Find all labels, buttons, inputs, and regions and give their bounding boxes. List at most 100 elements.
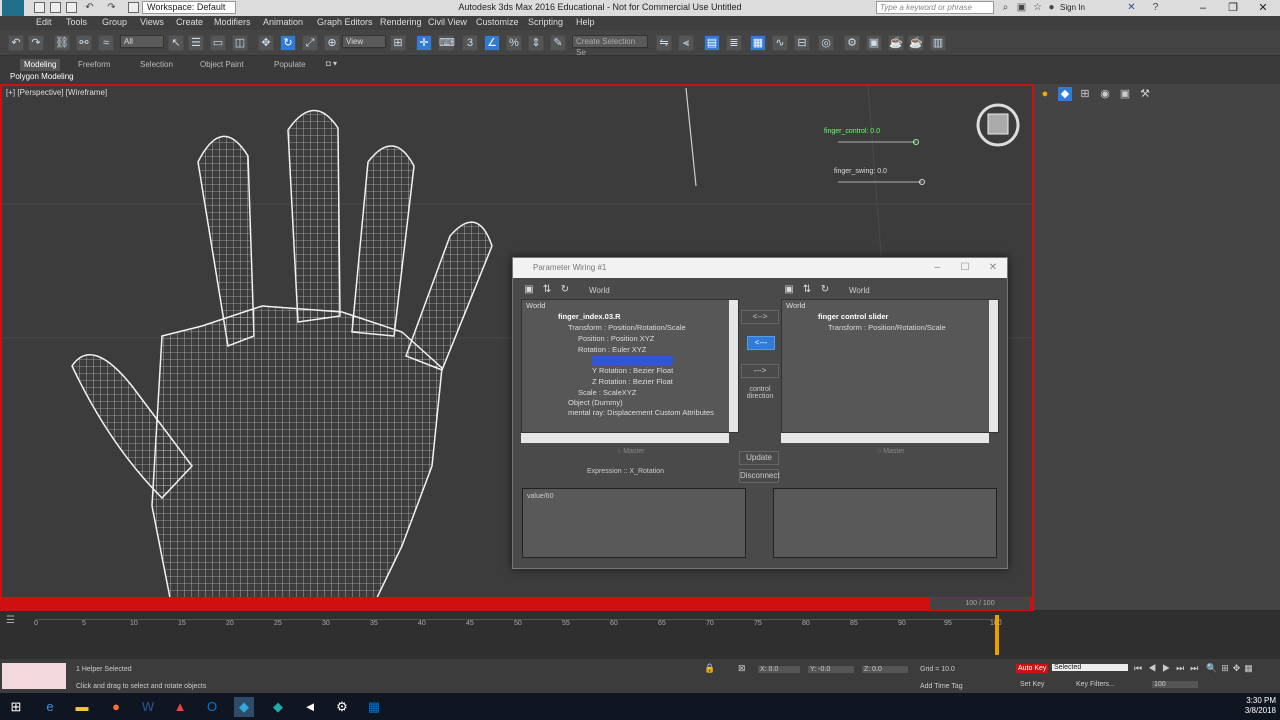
current-frame-field[interactable]: 100 [1152,681,1198,688]
track-bar-ruler[interactable]: 0 5 10 15 20 25 30 35 40 45 50 55 60 65 … [34,619,1002,639]
time-slider-track[interactable] [0,597,1034,611]
select-manipulate-icon[interactable]: ✛ [416,35,432,51]
right-master-radio[interactable]: ○ Master [877,448,905,455]
tree-node-world[interactable]: World [786,301,805,310]
schematic-view-icon[interactable]: ⊟ [794,35,810,51]
time-slider[interactable]: 100 / 100 [930,598,1030,610]
menu-modifiers[interactable]: Modifiers [214,17,251,27]
sort-icon[interactable]: ⇅ [541,284,553,296]
select-by-name-icon[interactable]: ☰ [188,35,204,51]
find-icon[interactable]: ▣ [783,284,795,296]
keyboard-shortcut-icon[interactable]: ⌨ [438,35,455,51]
tab-modeling[interactable]: Modeling [20,59,61,71]
help-icon[interactable]: ? [1150,2,1161,13]
favorite-icon[interactable]: ☆ [1032,2,1043,13]
placement-icon[interactable]: ⊕ [324,35,340,51]
system-clock[interactable]: 3:30 PM 3/8/2018 [1232,696,1276,716]
find-icon[interactable]: ▣ [523,284,535,296]
media-icon[interactable]: ◄ [300,697,320,717]
playback-controls[interactable]: ⏮◀▶⏭⏭ [1134,663,1204,674]
ribbon-options-icon[interactable]: ◘ ▾ [326,59,337,68]
tree-node-y-rotation[interactable]: Y Rotation : Bezier Float [592,366,673,375]
tab-object-paint[interactable]: Object Paint [196,59,248,71]
two-way-connection-button[interactable]: <--> [741,310,779,324]
right-to-left-button[interactable]: <--- [747,336,775,350]
menu-help[interactable]: Help [576,17,595,27]
tab-selection[interactable]: Selection [136,59,177,71]
left-tree-vertical-scrollbar[interactable] [729,300,738,432]
track-bar[interactable]: ☰ 0 5 10 15 20 25 30 35 40 45 50 55 60 6… [0,611,1280,659]
tab-freeform[interactable]: Freeform [74,59,114,71]
exchange-icon[interactable]: ✕ [1126,2,1137,13]
tree-node-z-rotation[interactable]: Z Rotation : Bezier Float [592,377,673,386]
acrobat-icon[interactable]: ▲ [170,697,190,717]
tree-node-x-rotation[interactable]: X Rotation : Bezier Float [592,356,674,365]
rectangular-selection-icon[interactable]: ▭ [210,35,226,51]
named-selection-set-dropdown[interactable]: Create Selection Se [572,35,648,57]
right-parameter-tree[interactable]: World finger control slider Transform : … [781,299,999,433]
rendered-frame-icon[interactable]: ▣ [866,35,882,51]
add-time-tag[interactable]: Add Time Tag [920,683,963,690]
menu-tools[interactable]: Tools [66,17,87,27]
utilities-panel-icon[interactable]: ⚒ [1138,87,1152,101]
dialog-close-button[interactable]: ✕ [979,258,1007,278]
rotate-icon[interactable]: ↻ [280,35,296,51]
menu-rendering[interactable]: Rendering [380,17,422,27]
edge-icon[interactable]: e [40,697,60,717]
viewport-nav-controls[interactable]: 🔍⊞✥▦ [1206,663,1257,674]
z-coordinate-field[interactable]: Z: 0.0 [862,666,908,673]
tree-node-mental-ray[interactable]: mental ray: Displacement Custom Attribut… [568,408,714,417]
material-editor-icon[interactable]: ◎ [818,35,834,51]
key-mode-dropdown[interactable]: Selected [1052,664,1128,671]
render-iterative-icon[interactable]: ☕ [908,35,924,51]
create-panel-icon[interactable]: ● [1038,87,1052,101]
maxscript-listener[interactable] [2,663,66,689]
tree-node-transform[interactable]: Transform : Position/Rotation/Scale [568,323,686,332]
search-input[interactable]: Type a keyword or phrase [876,1,994,14]
file-explorer-icon[interactable]: ▬ [72,697,92,717]
maximize-button[interactable]: ❐ [1216,0,1250,16]
workspace-dropdown[interactable]: Workspace: Default [142,1,236,14]
menu-civil-view[interactable]: Civil View [428,17,467,27]
unlink-icon[interactable]: ⚯ [76,35,92,51]
render-setup-icon[interactable]: ⚙ [844,35,860,51]
key-filters-button[interactable]: Key Filters... [1076,681,1115,688]
hierarchy-panel-icon[interactable]: ⊞ [1078,87,1092,101]
left-tree-horizontal-scrollbar[interactable] [521,433,729,443]
angle-snap-icon[interactable]: ∠ [484,35,500,51]
polygon-modeling-panel[interactable]: Polygon Modeling [10,72,74,81]
menu-animation[interactable]: Animation [263,17,303,27]
sign-in-button[interactable]: Sign In [1060,3,1085,12]
set-key-button[interactable]: Set Key [1020,681,1045,688]
start-button[interactable]: ⊞ [6,697,26,717]
select-object-icon[interactable]: ↖ [168,35,184,51]
dialog-maximize-button[interactable]: ☐ [951,258,979,278]
new-file-icon[interactable] [34,2,45,13]
modify-panel-icon[interactable]: ◆ [1058,87,1072,101]
align-icon[interactable]: ⫷ [678,35,694,51]
tree-node-position[interactable]: Position : Position XYZ [578,334,654,343]
close-button[interactable]: ✕ [1246,0,1280,16]
auto-key-button[interactable]: Auto Key [1016,664,1049,673]
tab-populate[interactable]: Populate [270,59,310,71]
tree-node-finger-index[interactable]: finger_index.03.R [558,312,621,321]
menu-scripting[interactable]: Scripting [528,17,563,27]
layer-explorer-icon[interactable]: ≣ [726,35,742,51]
menu-edit[interactable]: Edit [36,17,52,27]
left-expression-textbox[interactable]: value/60 [522,488,746,558]
curve-editor-icon[interactable]: ∿ [772,35,788,51]
menu-group[interactable]: Group [102,17,127,27]
tree-node-finger-control-slider[interactable]: finger control slider [818,312,888,321]
3ds-max-icon[interactable]: ◆ [234,697,254,717]
maya-icon[interactable]: ◆ [268,697,288,717]
word-icon[interactable]: W [138,697,158,717]
menu-graph-editors[interactable]: Graph Editors [317,17,373,27]
right-tree-vertical-scrollbar[interactable] [989,300,998,432]
render-production-icon[interactable]: ☕ [888,35,904,51]
minimize-button[interactable]: – [1186,0,1220,16]
render-a360-icon[interactable]: ▥ [930,35,946,51]
search-icon[interactable]: ⌕ [1000,2,1011,13]
project-folder-icon[interactable] [128,2,139,13]
disconnect-button[interactable]: Disconnect [739,469,780,483]
display-panel-icon[interactable]: ▣ [1118,87,1132,101]
